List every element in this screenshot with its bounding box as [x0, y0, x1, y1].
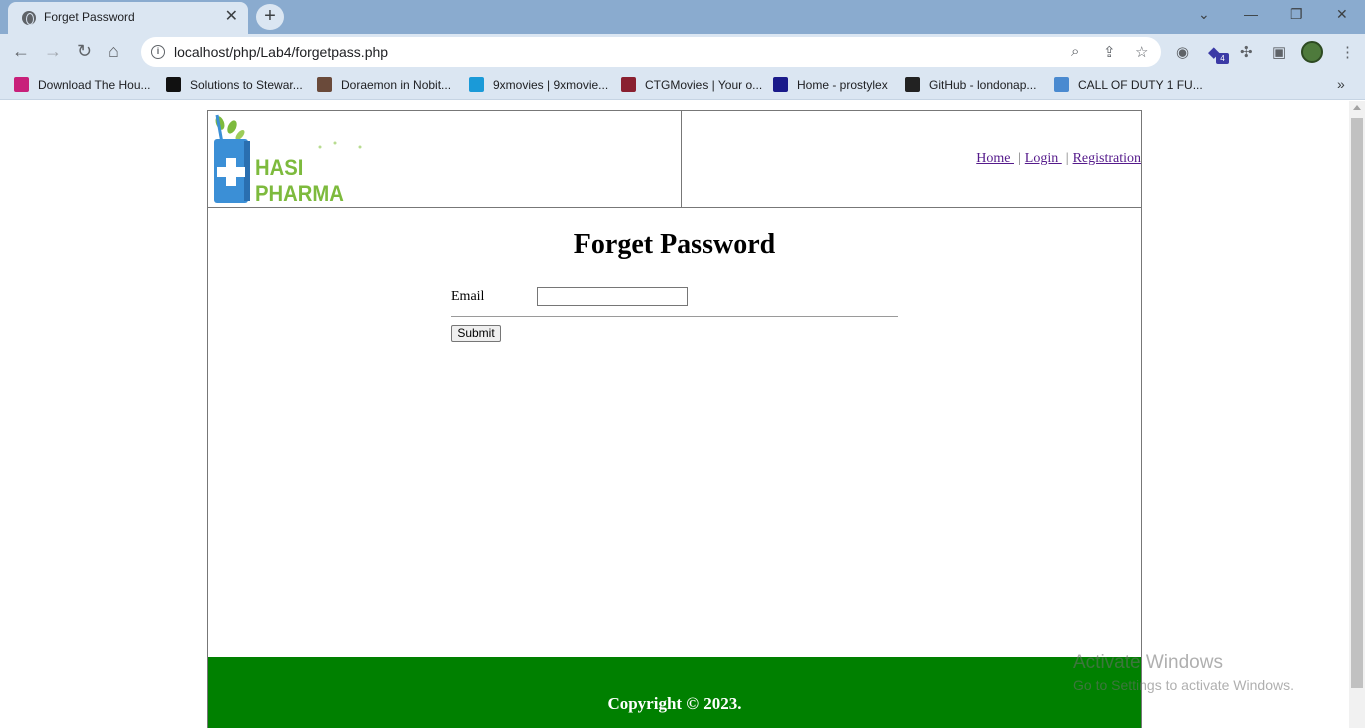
bookmark-favicon — [905, 77, 920, 92]
bookmark-favicon — [1054, 77, 1069, 92]
bookmark-item[interactable]: Doraemon in Nobit... — [317, 77, 451, 92]
bookmark-item[interactable]: 9xmovies | 9xmovie... — [469, 77, 608, 92]
home-icon[interactable]: ⌂ — [108, 41, 119, 61]
header-nav-cell: Home | Login | Registration — [682, 111, 1141, 208]
bookmark-item[interactable]: CTGMovies | Your o... — [621, 77, 762, 92]
nav-home-link[interactable]: Home — [976, 151, 1014, 166]
url-text[interactable]: localhost/php/Lab4/forgetpass.php — [174, 44, 388, 60]
browser-toolbar: ← → ↻ ⌂ i localhost/php/Lab4/forgetpass.… — [0, 34, 1365, 70]
bookmark-favicon — [317, 77, 332, 92]
browser-tab[interactable]: Forget Password ✕ — [8, 2, 248, 34]
bookmark-item[interactable]: Home - prostylex — [773, 77, 888, 92]
address-bar[interactable]: i localhost/php/Lab4/forgetpass.php ⌕ ⇪ … — [141, 37, 1161, 67]
bookmark-star-icon[interactable]: ☆ — [1135, 43, 1148, 61]
header-logo-cell: HASI PHARMA — [208, 111, 682, 208]
reload-icon[interactable]: ↻ — [77, 41, 92, 61]
nav-separator: | — [1017, 151, 1021, 166]
bookmark-favicon — [14, 77, 29, 92]
bookmark-favicon — [469, 77, 484, 92]
zoom-icon[interactable]: ⌕ — [1071, 43, 1079, 60]
top-nav: Home | Login | Registration — [976, 151, 1141, 167]
restore-icon[interactable]: ❐ — [1290, 6, 1303, 23]
globe-icon — [22, 11, 36, 25]
share-icon[interactable]: ⇪ — [1103, 43, 1116, 61]
back-icon[interactable]: ← — [12, 41, 30, 61]
close-tab-icon[interactable]: ✕ — [225, 8, 238, 26]
new-tab-button[interactable]: + — [256, 4, 284, 30]
watermark-title: Activate Windows — [1073, 652, 1223, 673]
nav-registration-link[interactable]: Registration — [1073, 151, 1141, 166]
activate-windows-watermark: Activate Windows Go to Settings to activ… — [1073, 652, 1294, 693]
bookmarks-overflow-icon[interactable]: » — [1337, 76, 1345, 92]
minimize-icon[interactable]: — — [1244, 6, 1258, 22]
bookmark-item[interactable]: Solutions to Stewar... — [166, 77, 303, 92]
bookmark-item[interactable]: GitHub - londonap... — [905, 77, 1036, 92]
forward-icon[interactable]: → — [44, 41, 62, 61]
page-scrollbar[interactable] — [1349, 101, 1365, 728]
footer: Copyright © 2023. — [208, 657, 1141, 728]
nav-separator: | — [1065, 151, 1069, 166]
title-bar: Forget Password ✕ + ⌄ — ❐ ✕ — [0, 0, 1365, 34]
hasi-pharma-logo[interactable]: HASI PHARMA — [210, 113, 390, 206]
extension-icon[interactable]: ◉ — [1176, 43, 1189, 61]
scroll-thumb[interactable] — [1351, 118, 1363, 688]
tab-title: Forget Password — [44, 10, 135, 24]
tab-search-icon[interactable]: ⌄ — [1198, 6, 1210, 23]
scroll-up-icon[interactable] — [1353, 105, 1361, 110]
page-container: HASI PHARMA Home | Login | Registration Fo… — [207, 110, 1142, 728]
page-title: Forget Password — [573, 229, 776, 260]
footer-copyright: Copyright © 2023. — [607, 694, 742, 713]
bookmark-item[interactable]: Download The Hou... — [14, 77, 151, 92]
submit-button[interactable]: Submit — [451, 325, 501, 342]
bookmark-item[interactable]: CALL OF DUTY 1 FU... — [1054, 77, 1203, 92]
bookmark-favicon — [621, 77, 636, 92]
bookmark-favicon — [166, 77, 181, 92]
logo-text: HASI PHARMA — [255, 155, 344, 206]
extension-badge: 4 — [1216, 53, 1229, 64]
profile-avatar[interactable] — [1301, 41, 1323, 63]
form-divider — [451, 316, 898, 317]
site-info-icon[interactable]: i — [151, 45, 165, 59]
nav-login-link[interactable]: Login — [1025, 151, 1062, 166]
bookmarks-bar: Download The Hou... Solutions to Stewar.… — [0, 70, 1365, 100]
extensions-puzzle-icon[interactable]: ✣ — [1240, 43, 1253, 61]
email-label: Email — [451, 289, 485, 304]
bookmark-favicon — [773, 77, 788, 92]
window-close-icon[interactable]: ✕ — [1336, 6, 1348, 23]
watermark-subtitle: Go to Settings to activate Windows. — [1073, 677, 1294, 693]
side-panel-icon[interactable]: ▣ — [1272, 43, 1286, 61]
menu-kebab-icon[interactable]: ⋮ — [1340, 43, 1355, 61]
email-field[interactable] — [537, 287, 688, 306]
